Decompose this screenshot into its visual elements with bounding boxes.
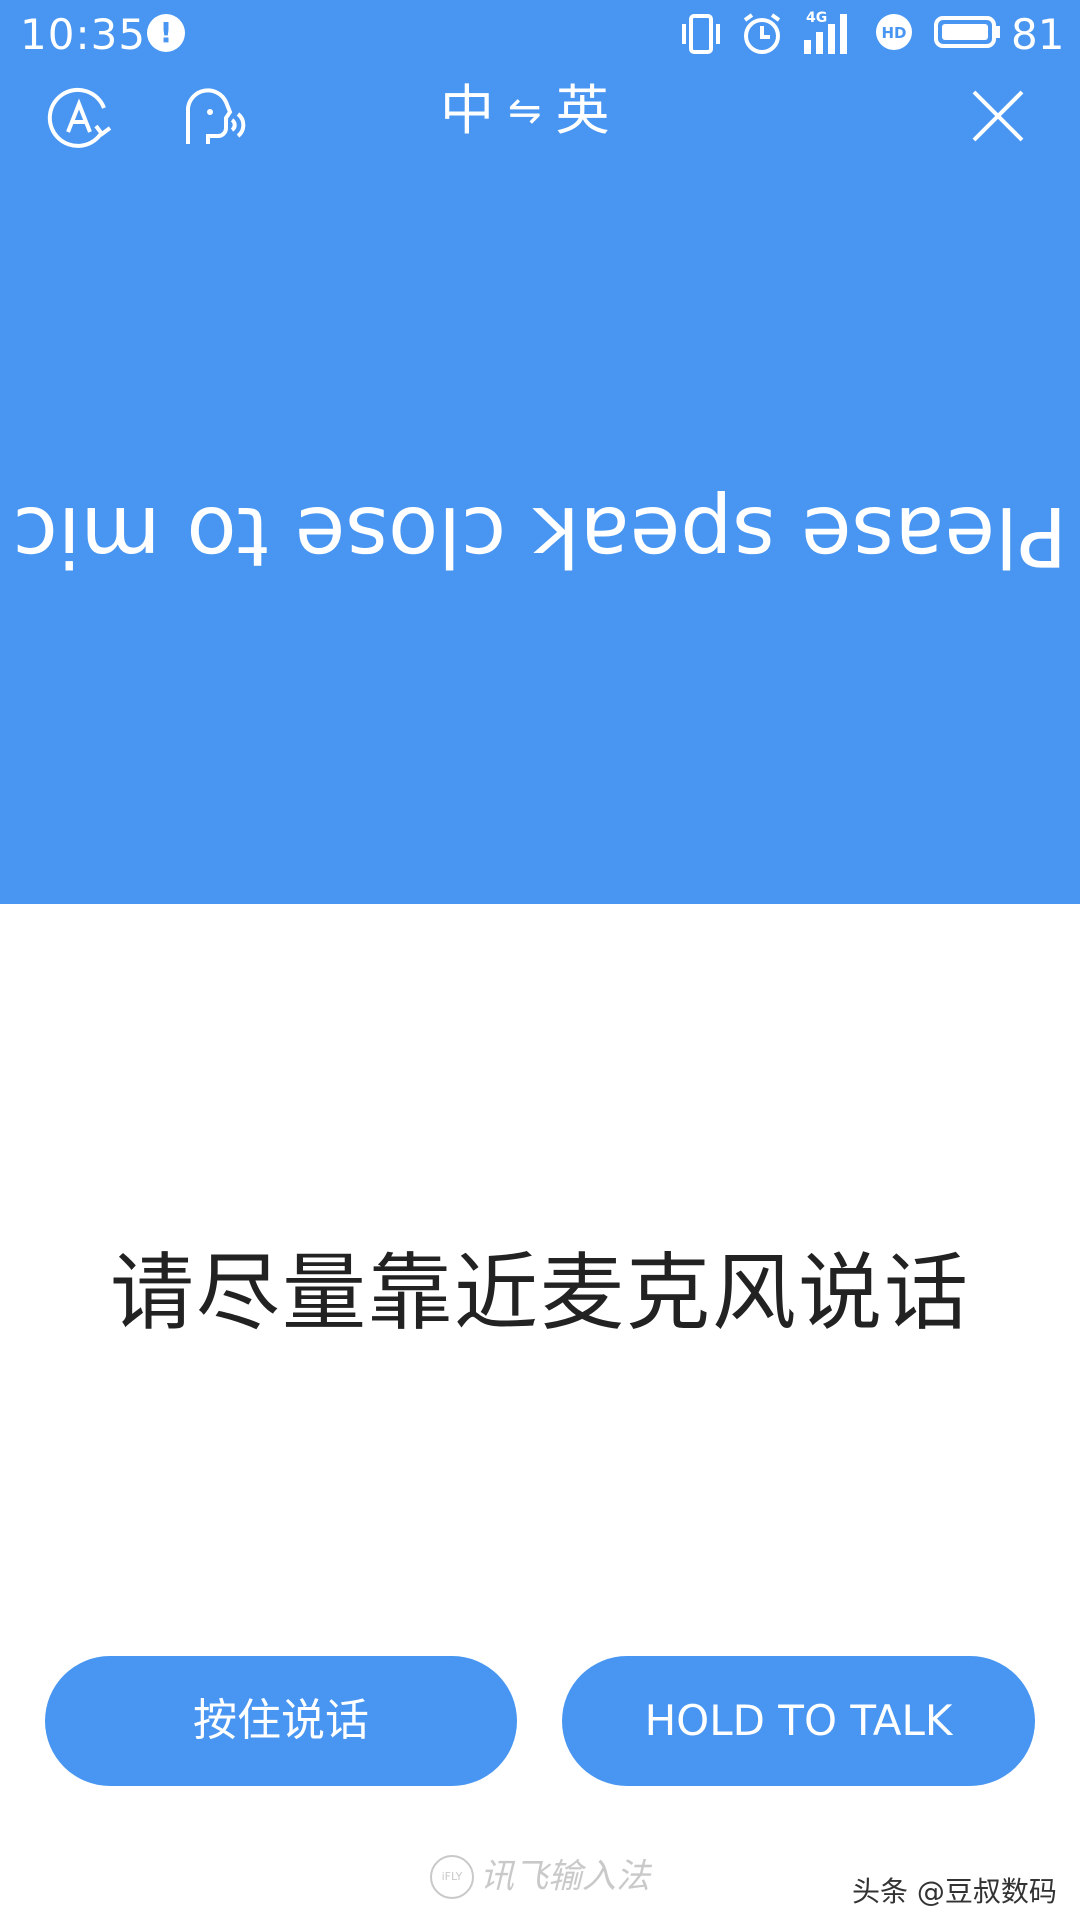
status-bar: 10:35 ! 4G HD 81 [0,0,1080,70]
ifly-watermark: iFLY 讯飞输入法 [430,1850,650,1900]
ifly-logo-icon: iFLY [430,1854,474,1899]
watermark-text: 讯飞输入法 [480,1856,650,1897]
vibrate-icon [682,14,720,54]
chinese-prompt: 请尽量靠近麦克风说话 [109,1244,970,1342]
svg-text:HD: HD [881,24,906,42]
speak-aloud-icon[interactable] [180,84,250,150]
target-language: 英 [555,79,610,142]
english-prompt-flipped: Please speak close to mic [12,488,1068,583]
hold-to-talk-english-button[interactable]: HOLD TO TALK [562,1656,1035,1786]
signal-icon [804,14,847,54]
alarm-icon [743,13,781,54]
swap-arrow-icon: ⇋ [508,88,542,134]
translate-mode-icon[interactable] [46,86,116,152]
alert-icon: ! [147,14,185,52]
battery-level: 81 [1011,10,1065,59]
hold-to-talk-chinese-button[interactable]: 按住说话 [45,1656,517,1786]
battery-icon [934,16,1000,48]
source-credit: 头条 @豆叔数码 [852,1875,1057,1908]
source-language: 中 [440,79,494,142]
language-switch[interactable]: 中 ⇋ 英 [440,78,640,144]
hd-voice-icon: HD [876,14,912,50]
status-time: 10:35 [20,10,147,59]
close-icon[interactable] [970,88,1026,144]
